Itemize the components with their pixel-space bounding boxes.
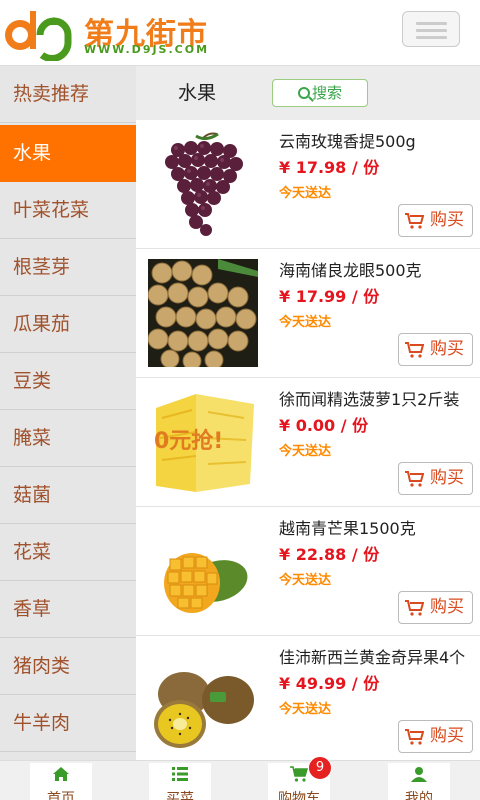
delivery-label: 今天送达 bbox=[279, 444, 332, 459]
product-name: 越南青芒果1500克 bbox=[279, 519, 416, 538]
d9-logo-icon bbox=[5, 11, 72, 61]
product-item[interactable]: 0元抢! 徐而闻精选菠萝1只2斤装 ¥ 0.00 / 份 今天送达 购买 bbox=[136, 378, 480, 507]
sidebar-item-pickles[interactable]: 腌菜 bbox=[0, 410, 136, 467]
cart-icon bbox=[405, 471, 424, 487]
tab-profile-label: 我的 bbox=[405, 791, 433, 800]
delivery-label: 今天送达 bbox=[279, 702, 332, 717]
category-header: 水果 搜索 bbox=[136, 66, 480, 120]
product-item[interactable]: 海南储良龙眼500克 ¥ 17.99 / 份 今天送达 购买 bbox=[136, 249, 480, 378]
product-list-panel: 水果 搜索 云南玫瑰香提500g ¥ 17.98 / 份 今天送达 购买 海南储… bbox=[136, 66, 480, 760]
cart-icon bbox=[405, 729, 424, 745]
buy-label: 购买 bbox=[430, 468, 464, 488]
sidebar-item-beef-lamb[interactable]: 牛羊肉 bbox=[0, 695, 136, 752]
category-sidebar: 热卖推荐 水果 叶菜花菜 根茎芽 瓜果茄 豆类 腌菜 菇菌 花菜 香草 猪肉类 … bbox=[0, 66, 136, 760]
sidebar-item-pork[interactable]: 猪肉类 bbox=[0, 638, 136, 695]
category-title: 水果 bbox=[178, 82, 217, 104]
sidebar-item-melons[interactable]: 瓜果茄 bbox=[0, 296, 136, 353]
product-item[interactable]: 越南青芒果1500克 ¥ 22.88 / 份 今天送达 购买 bbox=[136, 507, 480, 636]
user-icon bbox=[411, 767, 427, 782]
mango-image bbox=[164, 553, 248, 613]
site-logo[interactable]: 第九街市 WWW.D9JS.COM bbox=[0, 5, 215, 61]
product-name: 海南储良龙眼500克 bbox=[279, 261, 422, 280]
buy-button[interactable]: 购买 bbox=[398, 333, 473, 366]
delivery-label: 今天送达 bbox=[279, 186, 332, 201]
zero-yuan-promo-text: 0元抢! bbox=[154, 428, 223, 454]
tab-shop-label: 买菜 bbox=[166, 791, 194, 800]
search-button[interactable]: 搜索 bbox=[272, 79, 368, 107]
product-price: ¥ 49.99 / 份 bbox=[279, 674, 380, 693]
tab-cart-label: 购物车 bbox=[278, 791, 320, 800]
buy-label: 购买 bbox=[430, 726, 464, 746]
tab-home[interactable]: 首页 bbox=[30, 763, 92, 800]
product-price: ¥ 17.99 / 份 bbox=[279, 287, 380, 306]
sidebar-item-hot[interactable]: 热卖推荐 bbox=[0, 66, 136, 123]
cart-icon bbox=[405, 342, 424, 358]
buy-button[interactable]: 购买 bbox=[398, 720, 473, 753]
product-name: 佳沛新西兰黄金奇异果4个 bbox=[279, 648, 466, 667]
grapes-image bbox=[165, 132, 243, 236]
tab-home-label: 首页 bbox=[47, 791, 75, 800]
search-icon bbox=[297, 87, 310, 99]
longan-image bbox=[148, 259, 258, 367]
product-item[interactable]: 佳沛新西兰黄金奇异果4个 ¥ 49.99 / 份 今天送达 购买 bbox=[136, 636, 480, 760]
sidebar-item-beans[interactable]: 豆类 bbox=[0, 353, 136, 410]
menu-line-icon bbox=[416, 36, 447, 39]
sidebar-item-cauliflower[interactable]: 花菜 bbox=[0, 524, 136, 581]
buy-label: 购买 bbox=[430, 339, 464, 359]
tab-profile[interactable]: 我的 bbox=[388, 763, 450, 800]
hamburger-menu-button[interactable] bbox=[402, 11, 460, 47]
cart-count-badge: 9 bbox=[308, 756, 332, 780]
delivery-label: 今天送达 bbox=[279, 315, 332, 330]
logo-url-text: WWW.D9JS.COM bbox=[84, 43, 210, 56]
bottom-tab-bar: 首页 买菜 购物车 我的 bbox=[0, 760, 480, 800]
tab-shop[interactable]: 买菜 bbox=[149, 763, 211, 800]
pineapple-image: 0元抢! bbox=[148, 388, 258, 496]
delivery-label: 今天送达 bbox=[279, 573, 332, 588]
buy-button[interactable]: 购买 bbox=[398, 591, 473, 624]
product-price: ¥ 17.98 / 份 bbox=[279, 158, 380, 177]
menu-line-icon bbox=[416, 29, 447, 32]
buy-label: 购买 bbox=[430, 597, 464, 617]
product-price: ¥ 22.88 / 份 bbox=[279, 545, 380, 564]
app-header: 第九街市 WWW.D9JS.COM bbox=[0, 0, 480, 66]
product-item[interactable]: 云南玫瑰香提500g ¥ 17.98 / 份 今天送达 购买 bbox=[136, 120, 480, 249]
buy-button[interactable]: 购买 bbox=[398, 204, 473, 237]
sidebar-item-leafy[interactable]: 叶菜花菜 bbox=[0, 182, 136, 239]
product-name: 徐而闻精选菠萝1只2斤装 bbox=[279, 390, 460, 409]
cart-icon bbox=[405, 600, 424, 616]
buy-button[interactable]: 购买 bbox=[398, 462, 473, 495]
home-icon bbox=[53, 767, 69, 781]
sidebar-item-fruit[interactable]: 水果 bbox=[0, 125, 136, 182]
sidebar-item-herbs[interactable]: 香草 bbox=[0, 581, 136, 638]
list-icon bbox=[172, 767, 188, 781]
product-name: 云南玫瑰香提500g bbox=[279, 132, 416, 151]
menu-line-icon bbox=[416, 22, 447, 25]
search-label: 搜索 bbox=[311, 84, 342, 102]
sidebar-item-roots[interactable]: 根茎芽 bbox=[0, 239, 136, 296]
cart-icon bbox=[290, 766, 308, 782]
kiwi-image bbox=[154, 672, 254, 748]
buy-label: 购买 bbox=[430, 210, 464, 230]
cart-icon bbox=[405, 213, 424, 229]
sidebar-item-mushrooms[interactable]: 菇菌 bbox=[0, 467, 136, 524]
product-price: ¥ 0.00 / 份 bbox=[279, 416, 369, 435]
